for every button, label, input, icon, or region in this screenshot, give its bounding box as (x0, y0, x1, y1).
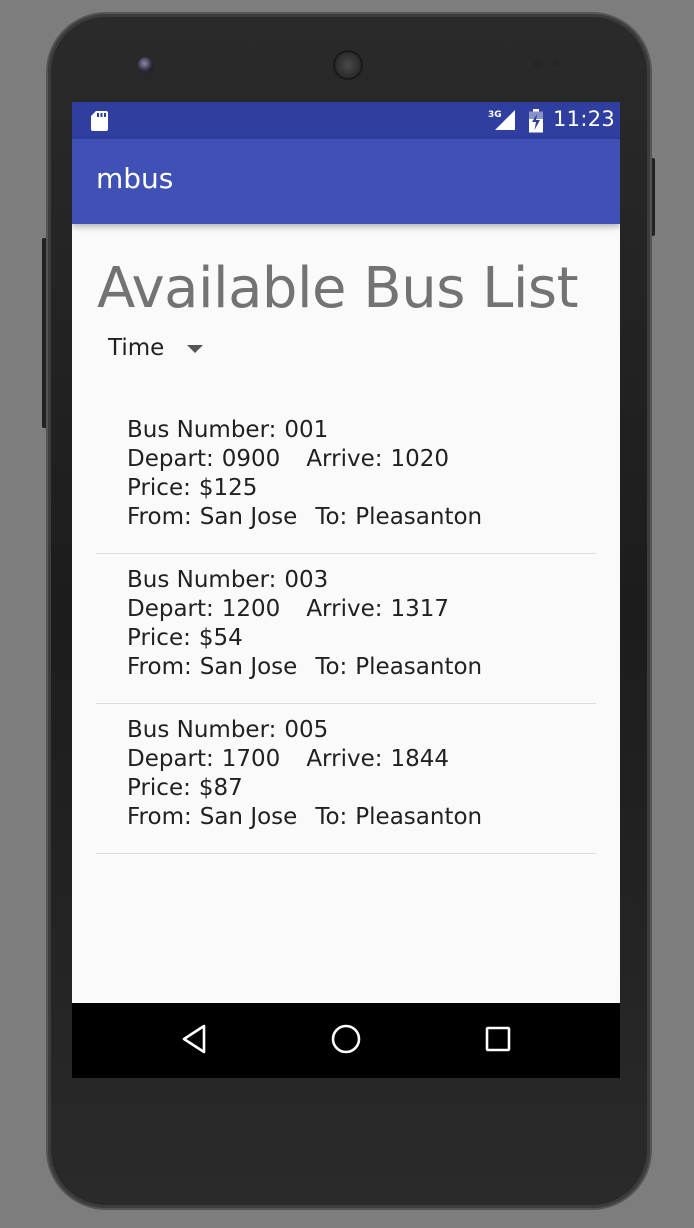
to-label: To: (315, 654, 348, 680)
bus-times-line: Depart: 0900 Arrive: 1020 (127, 445, 482, 474)
sd-card-icon (91, 111, 108, 131)
bus-times-line: Depart: 1700 Arrive: 1844 (127, 745, 482, 774)
light-sensor (553, 60, 560, 67)
sort-spinner[interactable]: Time (108, 334, 208, 366)
depart-label: Depart: (127, 746, 214, 772)
bus-times-line: Depart: 1200 Arrive: 1317 (127, 595, 482, 624)
home-icon (330, 1023, 362, 1059)
device-screen: 3G 11:23 mbus Available Bus List Time Bu… (72, 102, 620, 1078)
to-label: To: (315, 504, 348, 530)
depart-label: Depart: (127, 446, 214, 472)
status-bar: 3G 11:23 (72, 102, 620, 139)
system-nav-bar (72, 1003, 620, 1078)
price-label: Price: (127, 775, 191, 801)
battery-charging-icon (528, 109, 544, 133)
bus-number-value: 005 (284, 717, 329, 743)
depart-value: 0900 (221, 446, 281, 472)
to-value: Pleasanton (355, 504, 483, 530)
bus-number-label: Bus Number: (127, 717, 277, 743)
dropdown-arrow-icon (187, 345, 203, 353)
to-value: Pleasanton (355, 804, 483, 830)
from-label: From: (127, 504, 192, 530)
bus-number-value: 003 (284, 567, 329, 593)
back-button[interactable] (174, 1021, 214, 1061)
depart-value: 1200 (221, 596, 281, 622)
arrive-value: 1020 (390, 446, 450, 472)
price-value: $87 (198, 775, 243, 801)
cellular-signal-icon: 3G (488, 108, 516, 132)
app-toolbar: mbus (72, 139, 620, 224)
bus-route-line: From: San Jose To: Pleasanton (127, 653, 482, 682)
bus-price-line: Price: $87 (127, 774, 482, 803)
to-label: To: (315, 804, 348, 830)
bus-price-line: Price: $125 (127, 474, 482, 503)
arrive-label: Arrive: (306, 596, 383, 622)
bus-price-line: Price: $54 (127, 624, 482, 653)
price-label: Price: (127, 475, 191, 501)
from-value: San Jose (199, 504, 298, 530)
price-value: $54 (198, 625, 243, 651)
page-title: Available Bus List (97, 256, 579, 321)
depart-value: 1700 (221, 746, 281, 772)
price-value: $125 (198, 475, 258, 501)
app-title: mbus (96, 162, 174, 195)
bus-list-item[interactable]: Bus Number: 005 Depart: 1700 Arrive: 1844 Pr… (96, 704, 596, 854)
bus-number-line: Bus Number: 003 (127, 566, 482, 595)
to-value: Pleasanton (355, 654, 483, 680)
recents-icon (484, 1025, 512, 1057)
status-clock: 11:23 (553, 107, 616, 131)
bus-number-label: Bus Number: (127, 567, 277, 593)
proximity-sensor (533, 59, 543, 69)
front-camera (138, 57, 154, 73)
arrive-value: 1844 (390, 746, 450, 772)
network-type-label: 3G (488, 110, 502, 120)
bus-list: Bus Number: 001 Depart: 0900 Arrive: 1020 Pr… (96, 404, 596, 854)
arrive-label: Arrive: (306, 746, 383, 772)
emulator-frame: 3G 11:23 mbus Available Bus List Time Bu… (0, 0, 694, 1228)
sort-spinner-value: Time (108, 335, 165, 361)
arrive-value: 1317 (390, 596, 450, 622)
back-icon (181, 1024, 207, 1058)
bus-number-line: Bus Number: 005 (127, 716, 482, 745)
from-label: From: (127, 804, 192, 830)
bus-number-label: Bus Number: (127, 417, 277, 443)
bus-number-value: 001 (284, 417, 329, 443)
arrive-label: Arrive: (306, 446, 383, 472)
from-value: San Jose (199, 654, 298, 680)
depart-label: Depart: (127, 596, 214, 622)
price-label: Price: (127, 625, 191, 651)
from-label: From: (127, 654, 192, 680)
bus-list-item[interactable]: Bus Number: 001 Depart: 0900 Arrive: 1020 Pr… (96, 404, 596, 554)
bus-route-line: From: San Jose To: Pleasanton (127, 503, 482, 532)
bus-route-line: From: San Jose To: Pleasanton (127, 803, 482, 832)
main-content: Available Bus List Time Bus Number: 001 D… (72, 224, 620, 1003)
bus-number-line: Bus Number: 001 (127, 416, 482, 445)
earpiece-speaker (333, 50, 363, 80)
from-value: San Jose (199, 804, 298, 830)
recents-button[interactable] (478, 1021, 518, 1061)
home-button[interactable] (326, 1021, 366, 1061)
bus-list-item[interactable]: Bus Number: 003 Depart: 1200 Arrive: 1317 Pr… (96, 554, 596, 704)
